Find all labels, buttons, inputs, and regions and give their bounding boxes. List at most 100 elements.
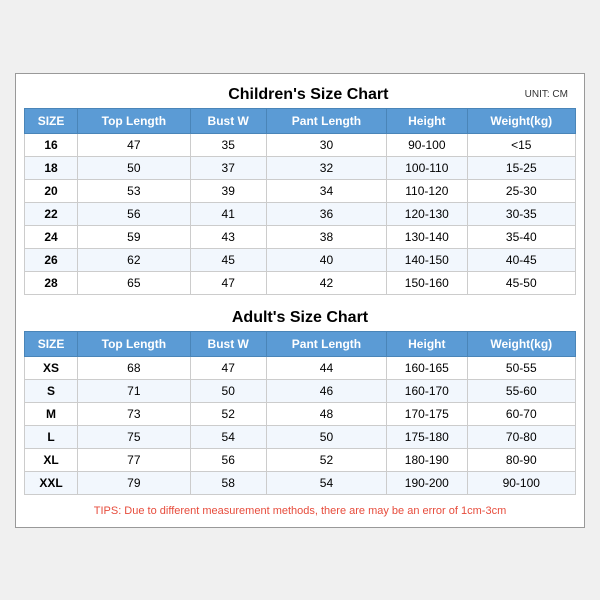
unit-label: UNIT: CM xyxy=(525,89,568,100)
col-header-weight: Weight(kg) xyxy=(467,108,575,133)
children-cell: 47 xyxy=(78,133,191,156)
children-cell: 120-130 xyxy=(387,202,467,225)
children-cell: 36 xyxy=(266,202,386,225)
tips-text: TIPS: Due to different measurement metho… xyxy=(24,503,576,519)
children-cell: 34 xyxy=(266,179,386,202)
children-cell: 62 xyxy=(78,248,191,271)
adult-table-row: S715046160-17055-60 xyxy=(25,379,576,402)
children-title: Children's Size Chart xyxy=(92,86,525,104)
children-cell: 130-140 xyxy=(387,225,467,248)
children-cell: 42 xyxy=(266,271,386,294)
children-cell: 40 xyxy=(266,248,386,271)
adult-cell: 73 xyxy=(78,402,191,425)
children-table-row: 20533934110-12025-30 xyxy=(25,179,576,202)
chart-container: Children's Size Chart UNIT: CM SIZE Top … xyxy=(15,73,585,528)
adult-cell: XXL xyxy=(25,471,78,494)
children-cell: 47 xyxy=(190,271,266,294)
children-cell: 30 xyxy=(266,133,386,156)
children-header-row: SIZE Top Length Bust W Pant Length Heigh… xyxy=(25,108,576,133)
adult-cell: 50 xyxy=(266,425,386,448)
adult-cell: 77 xyxy=(78,448,191,471)
adult-table-row: XL775652180-19080-90 xyxy=(25,448,576,471)
children-cell: 65 xyxy=(78,271,191,294)
adult-cell: 180-190 xyxy=(387,448,467,471)
adult-cell: 54 xyxy=(266,471,386,494)
adult-cell: S xyxy=(25,379,78,402)
children-table-row: 28654742150-16045-50 xyxy=(25,271,576,294)
adult-col-header-height: Height xyxy=(387,331,467,356)
children-cell: 38 xyxy=(266,225,386,248)
adult-cell: 54 xyxy=(190,425,266,448)
adult-table-row: L755450175-18070-80 xyxy=(25,425,576,448)
adult-col-header-weight: Weight(kg) xyxy=(467,331,575,356)
children-cell: 41 xyxy=(190,202,266,225)
adult-cell: 90-100 xyxy=(467,471,575,494)
adult-col-header-size: SIZE xyxy=(25,331,78,356)
children-cell: 22 xyxy=(25,202,78,225)
children-cell: 100-110 xyxy=(387,156,467,179)
children-table-row: 22564136120-13030-35 xyxy=(25,202,576,225)
adult-cell: 48 xyxy=(266,402,386,425)
children-cell: 16 xyxy=(25,133,78,156)
children-cell: 43 xyxy=(190,225,266,248)
col-header-top-length: Top Length xyxy=(78,108,191,133)
children-table-row: 24594338130-14035-40 xyxy=(25,225,576,248)
children-table: SIZE Top Length Bust W Pant Length Heigh… xyxy=(24,108,576,295)
children-cell: 56 xyxy=(78,202,191,225)
children-cell: 24 xyxy=(25,225,78,248)
adult-cell: 71 xyxy=(78,379,191,402)
adult-cell: 190-200 xyxy=(387,471,467,494)
children-cell: 39 xyxy=(190,179,266,202)
children-cell: 45-50 xyxy=(467,271,575,294)
adult-cell: 44 xyxy=(266,356,386,379)
adult-cell: 58 xyxy=(190,471,266,494)
adult-col-header-pant-length: Pant Length xyxy=(266,331,386,356)
children-cell: 45 xyxy=(190,248,266,271)
children-cell: 90-100 xyxy=(387,133,467,156)
children-title-row: Children's Size Chart UNIT: CM xyxy=(24,82,576,108)
adult-cell: L xyxy=(25,425,78,448)
children-cell: 140-150 xyxy=(387,248,467,271)
adult-cell: 175-180 xyxy=(387,425,467,448)
adult-cell: XS xyxy=(25,356,78,379)
adult-cell: 55-60 xyxy=(467,379,575,402)
children-cell: 30-35 xyxy=(467,202,575,225)
adult-cell: 56 xyxy=(190,448,266,471)
children-cell: 59 xyxy=(78,225,191,248)
adult-col-header-top-length: Top Length xyxy=(78,331,191,356)
adult-cell: 80-90 xyxy=(467,448,575,471)
children-cell: 35-40 xyxy=(467,225,575,248)
adult-table-row: XS684744160-16550-55 xyxy=(25,356,576,379)
children-cell: 53 xyxy=(78,179,191,202)
adult-table: SIZE Top Length Bust W Pant Length Heigh… xyxy=(24,331,576,495)
adult-cell: 70-80 xyxy=(467,425,575,448)
adult-header-row: SIZE Top Length Bust W Pant Length Heigh… xyxy=(25,331,576,356)
children-table-row: 18503732100-11015-25 xyxy=(25,156,576,179)
adult-title-row: Adult's Size Chart xyxy=(24,305,576,331)
children-cell: 28 xyxy=(25,271,78,294)
children-cell: 26 xyxy=(25,248,78,271)
children-cell: 32 xyxy=(266,156,386,179)
children-cell: <15 xyxy=(467,133,575,156)
children-cell: 37 xyxy=(190,156,266,179)
children-table-row: 26624540140-15040-45 xyxy=(25,248,576,271)
adult-cell: 75 xyxy=(78,425,191,448)
adult-cell: 160-165 xyxy=(387,356,467,379)
adult-table-row: M735248170-17560-70 xyxy=(25,402,576,425)
children-cell: 25-30 xyxy=(467,179,575,202)
adult-table-row: XXL795854190-20090-100 xyxy=(25,471,576,494)
adult-cell: 50-55 xyxy=(467,356,575,379)
children-cell: 50 xyxy=(78,156,191,179)
col-header-bust-w: Bust W xyxy=(190,108,266,133)
children-table-row: 1647353090-100<15 xyxy=(25,133,576,156)
adult-cell: 52 xyxy=(190,402,266,425)
children-cell: 15-25 xyxy=(467,156,575,179)
adult-cell: 46 xyxy=(266,379,386,402)
children-cell: 20 xyxy=(25,179,78,202)
adult-cell: 160-170 xyxy=(387,379,467,402)
col-header-pant-length: Pant Length xyxy=(266,108,386,133)
adult-cell: 60-70 xyxy=(467,402,575,425)
children-cell: 18 xyxy=(25,156,78,179)
children-cell: 40-45 xyxy=(467,248,575,271)
adult-cell: 52 xyxy=(266,448,386,471)
